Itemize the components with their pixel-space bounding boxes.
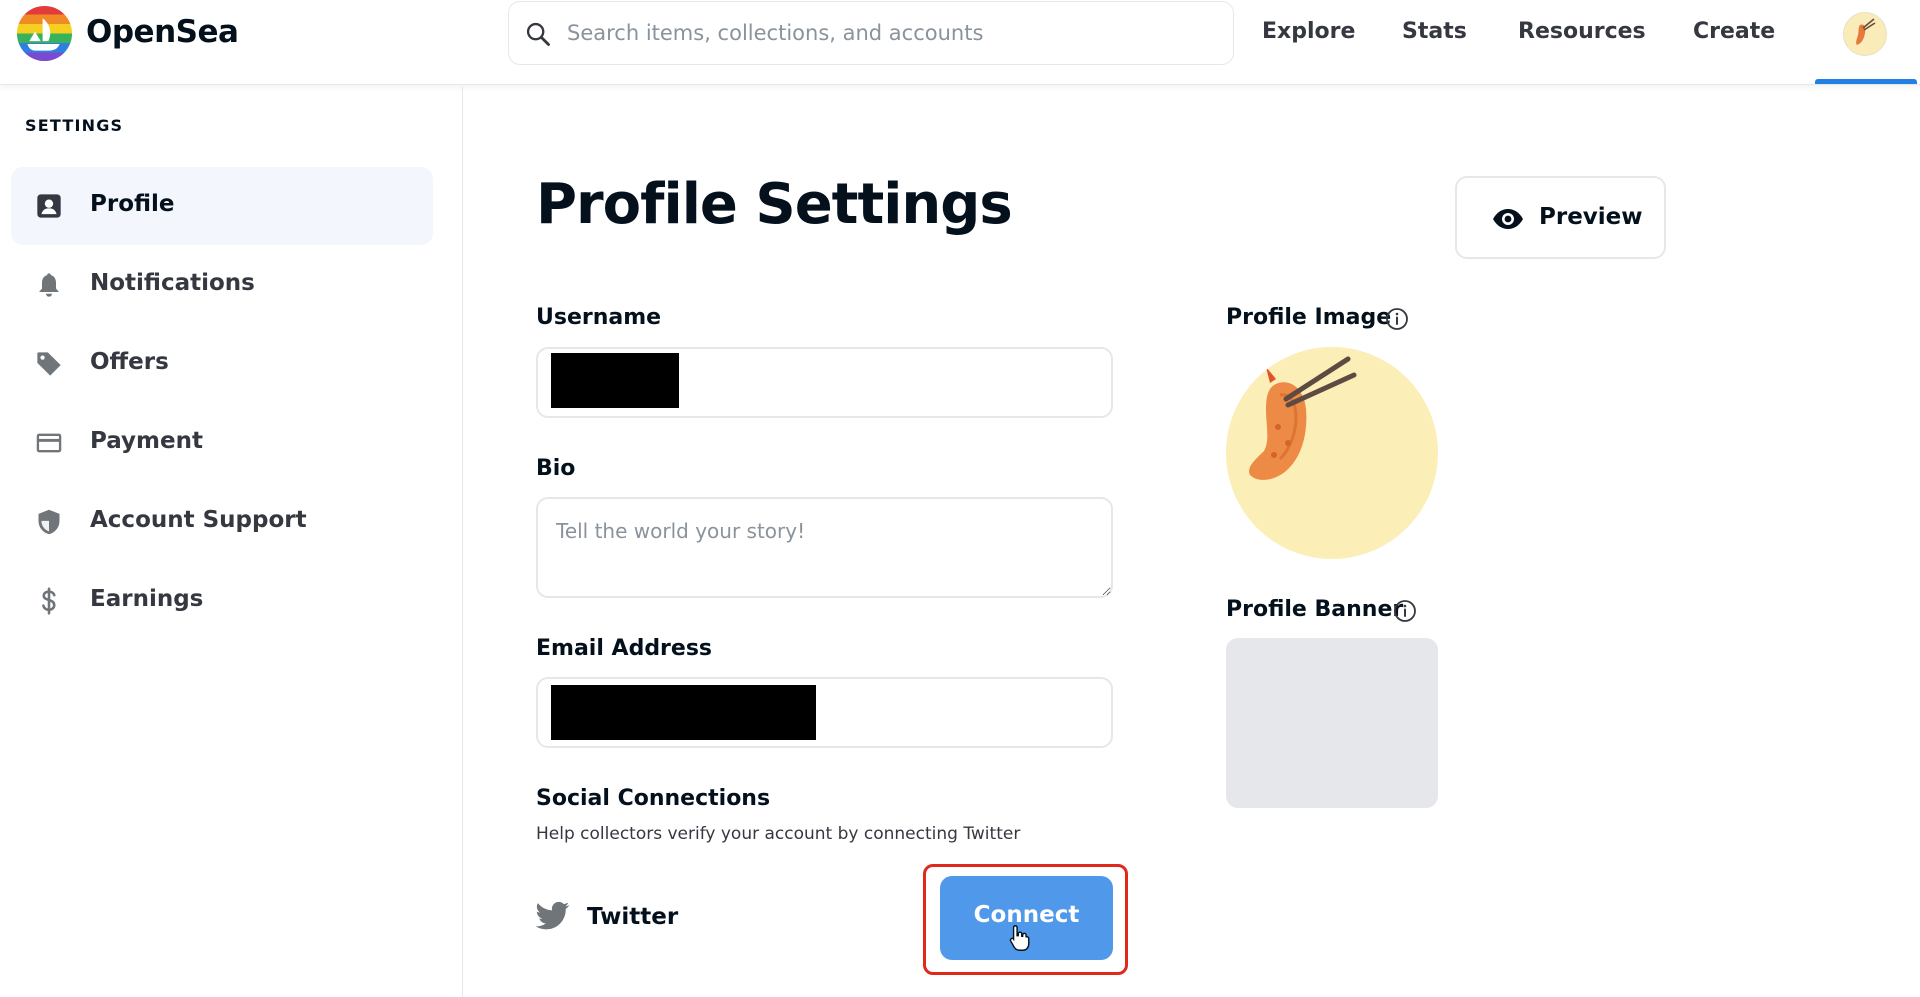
bio-label: Bio [536, 456, 576, 481]
sidebar-title: SETTINGS [25, 116, 124, 135]
sidebar-item-label: Profile [90, 191, 175, 217]
profile-image-label: Profile Image [1226, 305, 1392, 330]
twitter-label: Twitter [587, 904, 679, 930]
shield-icon [38, 509, 60, 535]
redacted-email [551, 685, 816, 740]
sidebar-item-earnings[interactable]: Earnings [11, 562, 433, 640]
sidebar-item-payment[interactable]: Payment [11, 404, 433, 482]
profile-image[interactable] [1226, 347, 1438, 559]
twitter-icon [536, 901, 570, 930]
sidebar-item-label: Account Support [90, 507, 307, 533]
username-field[interactable] [536, 347, 1113, 418]
settings-sidebar: SETTINGS Profile Notifications Offers Pa… [0, 86, 463, 997]
nav-explore[interactable]: Explore [1262, 19, 1355, 44]
sidebar-item-profile[interactable]: Profile [11, 167, 433, 245]
nav-resources[interactable]: Resources [1518, 19, 1646, 44]
dollar-icon [42, 587, 56, 615]
shrimp-avatar-icon [1249, 356, 1357, 480]
email-field[interactable] [536, 677, 1113, 748]
nav-create[interactable]: Create [1693, 19, 1775, 44]
search-bar[interactable] [508, 1, 1234, 65]
nav-stats[interactable]: Stats [1402, 19, 1467, 44]
sidebar-item-account-support[interactable]: Account Support [11, 483, 433, 561]
preview-label: Preview [1539, 204, 1643, 230]
bio-textarea[interactable] [536, 497, 1113, 598]
sidebar-item-label: Offers [90, 349, 169, 375]
sidebar-item-notifications[interactable]: Notifications [11, 246, 433, 324]
page-title: Profile Settings [536, 172, 1013, 237]
bell-icon [39, 273, 59, 297]
search-input[interactable] [567, 12, 1217, 54]
preview-button[interactable]: Preview [1455, 176, 1666, 259]
profile-banner[interactable] [1226, 638, 1438, 808]
social-help-text: Help collectors verify your account by c… [536, 824, 1021, 844]
search-icon [526, 22, 550, 46]
sidebar-item-label: Payment [90, 428, 203, 454]
social-connections-title: Social Connections [536, 786, 771, 811]
opensea-logo[interactable] [16, 5, 73, 62]
hand-cursor-icon [1009, 925, 1030, 951]
sidebar-item-label: Notifications [90, 270, 255, 296]
credit-card-icon [36, 433, 62, 453]
info-icon[interactable] [1393, 599, 1417, 623]
top-header: OpenSea Explore Stats Resources Create [0, 0, 1920, 85]
sidebar-item-offers[interactable]: Offers [11, 325, 433, 403]
eye-icon [1493, 209, 1523, 229]
shrimp-avatar-icon [1856, 18, 1876, 45]
account-avatar[interactable] [1843, 12, 1887, 56]
email-label: Email Address [536, 636, 713, 661]
username-label: Username [536, 305, 662, 330]
tag-icon [37, 352, 61, 376]
sidebar-item-label: Earnings [90, 586, 204, 612]
redacted-username [551, 353, 679, 408]
profile-banner-label: Profile Banner [1226, 597, 1404, 622]
info-icon[interactable] [1385, 307, 1409, 331]
brand-name[interactable]: OpenSea [86, 14, 239, 50]
profile-icon [37, 194, 61, 218]
active-tab-indicator [1815, 79, 1917, 84]
